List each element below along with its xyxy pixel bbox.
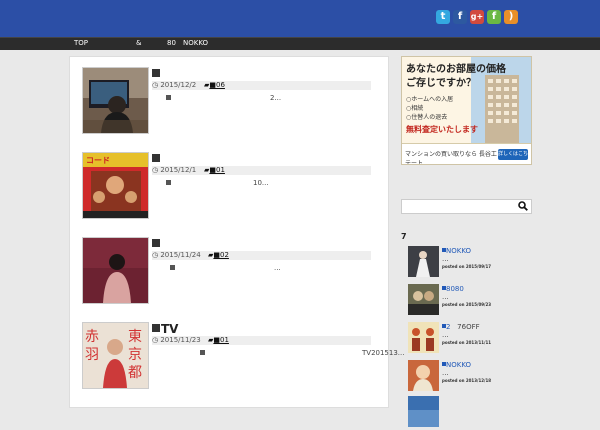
post-category[interactable]: ▰■06 (204, 81, 225, 90)
post-excerpt (166, 179, 171, 187)
social-links: t f g+ f ) (436, 10, 518, 24)
feedly-icon[interactable]: f (487, 10, 501, 24)
post-date: 2015/12/1 (160, 166, 197, 174)
ad-cta-button[interactable]: 詳しくはこちら (498, 149, 528, 164)
ranking-thumbnail[interactable] (408, 360, 439, 391)
post-category[interactable]: ▰■01 (208, 336, 229, 345)
search-icon[interactable] (518, 201, 528, 211)
svg-text:コード: コード (86, 156, 110, 165)
ranking-item-excerpt: ... (442, 369, 449, 377)
post-item[interactable]: ◷ 2015/11/24 ▰■02 ... (82, 237, 382, 307)
nav-top[interactable]: TOP (74, 39, 88, 47)
global-nav: TOP & 80 NOKKO (0, 37, 600, 50)
post-date: 2015/11/24 (160, 251, 201, 259)
facebook-icon[interactable]: f (453, 10, 467, 24)
nav-item-and[interactable]: & (136, 39, 141, 47)
ranking-item-title[interactable]: NOKKO (442, 361, 471, 369)
ranking-item[interactable] (408, 396, 528, 430)
search-input[interactable] (401, 199, 532, 214)
post-thumbnail[interactable]: コード (82, 152, 149, 219)
clock-icon: ◷ (152, 81, 159, 89)
post-thumbnail[interactable]: 赤 羽 東 京 都 (82, 322, 149, 389)
ranking-item[interactable]: NOKKO ... posted on 2015/09/17 (408, 246, 528, 280)
ranking-item-title[interactable]: 2 76OFF (442, 323, 480, 331)
ad-subheadline: ご存じですか？ (406, 78, 476, 89)
post-thumbnail[interactable] (82, 237, 149, 304)
svg-text:京: 京 (128, 347, 142, 363)
googleplus-icon[interactable]: g+ (470, 10, 484, 24)
post-title[interactable] (152, 152, 161, 166)
post-item[interactable]: ◷ 2015/12/2 ▰■06 2... (82, 67, 382, 137)
post-list: ◷ 2015/12/2 ▰■06 2... コード ◷ 2015/12/1 ▰■… (69, 56, 404, 408)
post-excerpt-tail: 10... (253, 179, 269, 187)
ranking-thumbnail[interactable] (408, 246, 439, 277)
post-category[interactable]: ▰■01 (204, 166, 225, 175)
svg-text:羽: 羽 (85, 347, 99, 363)
ranking-item-date: posted on 2013/11/11 (442, 340, 492, 345)
ranking-item[interactable]: 8080 ... posted on 2015/09/23 (408, 284, 528, 318)
post-excerpt (166, 94, 171, 102)
ranking-item-date: posted on 2015/09/17 (442, 264, 492, 269)
clock-icon: ◷ (152, 251, 159, 259)
svg-text:東: 東 (128, 329, 142, 345)
post-meta: ◷ 2015/12/2 ▰■06 (152, 81, 371, 90)
post-date: 2015/11/23 (160, 336, 201, 344)
ranking-item-excerpt: ... (442, 293, 449, 301)
clock-icon: ◷ (152, 336, 159, 344)
svg-text:都: 都 (128, 365, 142, 381)
post-excerpt-tail: 2... (270, 94, 282, 102)
post-item[interactable]: 赤 羽 東 京 都 TV ◷ 2015/11/23 ▰■01 TV201513.… (82, 322, 404, 392)
nav-item-nokko[interactable]: NOKKO (183, 39, 208, 47)
post-excerpt-tail: TV201513... (362, 349, 405, 357)
nav-item-80[interactable]: 80 (167, 39, 176, 47)
post-meta: ◷ 2015/11/23 ▰■01 (152, 336, 371, 345)
twitter-icon[interactable]: t (436, 10, 450, 24)
ranking-item[interactable]: 2 76OFF ... posted on 2013/11/11 (408, 322, 528, 356)
post-title[interactable] (152, 67, 161, 81)
post-item[interactable]: コード ◷ 2015/12/1 ▰■01 10... (82, 152, 382, 222)
post-date: 2015/12/2 (160, 81, 197, 89)
post-excerpt (200, 349, 205, 357)
post-category[interactable]: ▰■02 (208, 251, 229, 260)
rss-icon[interactable]: ) (504, 10, 518, 24)
ad-footer: マンションの買い取りなら 長谷工 リアルエステート 詳しくはこちら (402, 143, 531, 164)
ranking-thumbnail[interactable] (408, 322, 439, 353)
ranking-thumbnail[interactable] (408, 396, 439, 427)
ad-banner[interactable]: あなたのお部屋の価格 ご存じですか？ ○ホームへの入居 ○相続 ○住替人の退去 … (401, 56, 532, 165)
ranking-item-title[interactable]: 8080 (442, 285, 464, 293)
post-meta: ◷ 2015/12/1 ▰■01 (152, 166, 371, 175)
post-excerpt-tail: ... (274, 264, 281, 272)
ranking-title: 7 (401, 232, 407, 241)
post-excerpt (170, 264, 175, 272)
post-thumbnail[interactable] (82, 67, 149, 134)
ranking-item-excerpt: ... (442, 331, 449, 339)
ad-free-appraisal: 無料査定いたします (406, 125, 478, 134)
ad-headline: あなたのお部屋の価格 (406, 64, 506, 75)
post-title[interactable]: TV (152, 322, 178, 336)
ranking-item-date: posted on 2015/09/23 (442, 302, 492, 307)
ranking-item-title[interactable]: NOKKO (442, 247, 471, 255)
svg-text:赤: 赤 (85, 329, 99, 345)
ranking-item[interactable]: NOKKO ... posted on 2013/12/18 (408, 360, 528, 394)
ranking-thumbnail[interactable] (408, 284, 439, 315)
ranking-item-excerpt: ... (442, 255, 449, 263)
post-meta: ◷ 2015/11/24 ▰■02 (152, 251, 371, 260)
site-header: t f g+ f ) (0, 0, 600, 37)
clock-icon: ◷ (152, 166, 159, 174)
post-title[interactable] (152, 237, 161, 251)
ranking-item-date: posted on 2013/12/18 (442, 378, 492, 383)
ad-list: ○ホームへの入居 ○相続 ○住替人の退去 (406, 96, 454, 121)
